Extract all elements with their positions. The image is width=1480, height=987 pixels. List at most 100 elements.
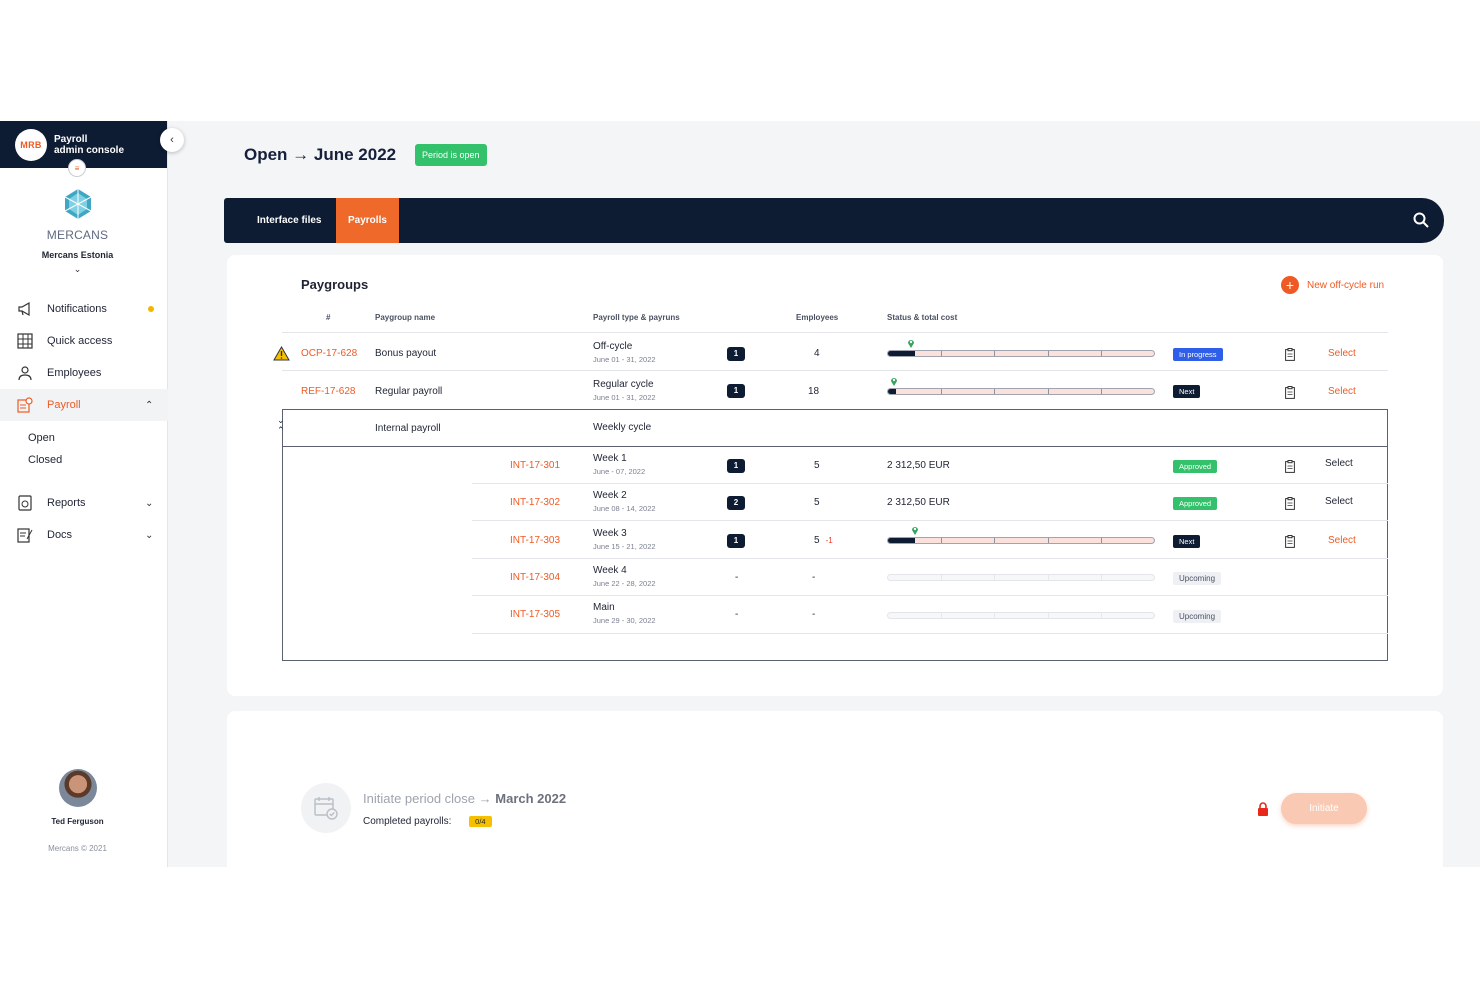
paygroups-title: Paygroups	[301, 277, 369, 292]
select-button[interactable]: Select	[1328, 348, 1356, 359]
select-button[interactable]: Select	[1328, 386, 1356, 397]
employee-count: -	[812, 572, 816, 583]
row-divider	[472, 633, 1388, 634]
user-name: Ted Ferguson	[51, 817, 104, 826]
payrun-count: 2	[727, 496, 745, 510]
payroll-type-label: Main	[593, 602, 615, 613]
status-badge: Period is open	[415, 144, 487, 166]
sidebar-item-employees[interactable]: Employees	[0, 357, 168, 389]
calendar-check-icon	[314, 797, 338, 820]
search-icon[interactable]	[1412, 211, 1430, 229]
payroll-dates: June 01 - 31, 2022	[593, 355, 656, 364]
clipboard-icon[interactable]	[1285, 535, 1295, 548]
payrun-count: 1	[727, 459, 745, 473]
payroll-type: Off-cycle June 01 - 31, 2022	[593, 341, 656, 364]
progress-tick	[941, 389, 943, 394]
paygroup-code[interactable]: OCP-17-628	[301, 348, 357, 359]
employee-count: 5 -1	[814, 535, 833, 546]
sidebar: MRB Payroll admin console ‹ ≡ MERCANS Me…	[0, 121, 184, 867]
paygroup-code[interactable]: REF-17-628	[301, 386, 355, 397]
payrun-code[interactable]: INT-17-304	[510, 572, 560, 583]
progress-fill	[888, 538, 915, 543]
progress-track	[887, 388, 1155, 395]
sidebar-subitem-open[interactable]: Open	[0, 427, 168, 449]
payrun-code[interactable]: INT-17-302	[510, 497, 560, 508]
payrun-count: -	[735, 572, 739, 583]
progress-tick	[994, 575, 996, 580]
group-type: Weekly cycle	[593, 422, 652, 433]
clipboard-icon[interactable]	[1285, 386, 1295, 399]
select-button[interactable]: Select	[1328, 535, 1356, 546]
chevron-down-icon: ⌄	[145, 529, 154, 541]
employee-count: 5	[814, 460, 820, 471]
progress-tick	[1047, 613, 1049, 618]
row-divider	[472, 558, 1388, 559]
completed-payrolls: Completed payrolls: 0/4	[363, 816, 492, 827]
employee-count: -	[812, 609, 816, 620]
tab-interface-files[interactable]: Interface files	[245, 198, 333, 243]
clipboard-icon[interactable]	[1285, 497, 1295, 510]
user-profile[interactable]: Ted Ferguson	[0, 769, 155, 826]
company-switcher[interactable]: MERCANS Mercans Estonia ⌄	[0, 187, 155, 275]
payroll-type: Main June 29 - 30, 2022	[593, 602, 656, 625]
megaphone-icon	[16, 300, 34, 318]
sidebar-item-notifications[interactable]: Notifications	[0, 293, 168, 325]
initiate-period-close-label: Initiate period close → March 2022	[363, 791, 566, 806]
new-off-cycle-run-button[interactable]: + New off-cycle run	[1281, 276, 1384, 294]
console-title-line1: Payroll	[54, 133, 88, 145]
sidebar-item-payroll[interactable]: Payroll ⌃	[0, 389, 168, 421]
select-button[interactable]: Select	[1325, 496, 1353, 507]
progress-tick	[1047, 538, 1049, 543]
payroll-type: Week 1 June - 07, 2022	[593, 453, 645, 476]
mrb-logo: MRB	[15, 128, 47, 161]
period-close-month: March 2022	[495, 791, 567, 806]
payrun-code[interactable]: INT-17-301	[510, 460, 560, 471]
status-badge: Next	[1173, 385, 1201, 398]
clipboard-icon[interactable]	[1285, 348, 1295, 361]
completed-count-badge: 0/4	[469, 816, 492, 827]
console-title-line2: admin console	[54, 144, 125, 156]
progress-tick	[1047, 575, 1049, 580]
payroll-type: Week 3 June 15 - 21, 2022	[593, 528, 656, 551]
row-divider	[472, 483, 1388, 484]
column-header-type: Payroll type & payruns	[593, 313, 680, 322]
clipboard-icon[interactable]	[1285, 460, 1295, 473]
payrun-code[interactable]: INT-17-305	[510, 609, 560, 620]
paygroup-group-header[interactable]	[282, 409, 1388, 447]
sidebar-item-docs[interactable]: Docs ⌄	[0, 519, 168, 551]
company-wordmark: MERCANS	[46, 228, 109, 242]
chevron-up-icon: ⌃	[145, 399, 154, 411]
initiate-button[interactable]: Initiate	[1281, 793, 1367, 824]
lock-icon	[1258, 802, 1268, 816]
column-header-name: Paygroup name	[375, 313, 436, 322]
entity-name: Mercans Estonia	[41, 250, 114, 260]
tab-payrolls[interactable]: Payrolls	[336, 198, 399, 243]
collapse-toggle-icon[interactable]: ⌄ ⌃	[277, 415, 285, 435]
progress-tick	[1100, 538, 1102, 543]
header-divider	[282, 332, 1388, 333]
column-header-number: #	[326, 313, 331, 322]
select-button[interactable]: Select	[1325, 458, 1353, 469]
sidebar-item-quick-access[interactable]: Quick access	[0, 325, 168, 357]
payroll-type-label: Week 2	[593, 490, 627, 501]
progress-tick	[1047, 351, 1049, 356]
payroll-dates: June - 07, 2022	[593, 467, 646, 476]
employee-count: 5	[814, 497, 820, 508]
completed-label: Completed payrolls:	[363, 816, 452, 827]
sidebar-item-label: Notifications	[47, 303, 107, 315]
sidebar-subitem-closed[interactable]: Closed	[0, 449, 168, 471]
progress-tick	[1100, 613, 1102, 618]
payrun-code[interactable]: INT-17-303	[510, 535, 560, 546]
progress-tick	[994, 351, 996, 356]
row-divider	[472, 520, 1388, 521]
status-badge: Upcoming	[1173, 610, 1222, 623]
sidebar-item-reports[interactable]: Reports ⌄	[0, 487, 168, 519]
payroll-dates: June 01 - 31, 2022	[593, 393, 656, 402]
progress-pin-icon	[891, 378, 897, 386]
menu-icon[interactable]: ≡	[68, 159, 86, 177]
chevron-down-icon[interactable]: ⌄	[0, 264, 155, 275]
progress-pin-icon	[912, 527, 918, 535]
payroll-dates: June 08 - 14, 2022	[593, 504, 656, 513]
collapse-sidebar-button[interactable]: ‹	[160, 128, 184, 152]
payroll-type-label: Regular cycle	[593, 379, 654, 390]
